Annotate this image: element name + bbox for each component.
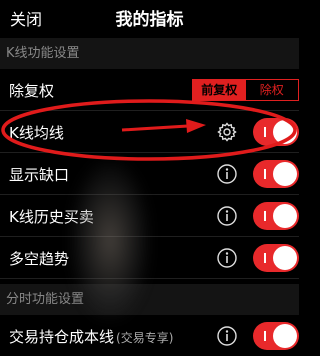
nav-bar: 关闭 我的指标 (0, 0, 299, 34)
segment-forward-adjust[interactable]: 前复权 (193, 80, 246, 100)
my-indicators-screen: 关闭 我的指标 K线功能设置 除复权 前复权 除权 K线均线 显示缺口 K线历史… (0, 0, 299, 356)
row-adjust-label: 除复权 (9, 82, 55, 100)
kline-ma-toggle[interactable] (253, 118, 299, 146)
row-show-gap-label: 显示缺口 (9, 166, 70, 184)
cost-line-toggle[interactable] (253, 322, 299, 350)
info-icon[interactable] (216, 325, 238, 347)
gear-icon[interactable] (216, 121, 238, 143)
show-gap-toggle[interactable] (253, 160, 299, 188)
row-long-short-label: 多空趋势 (9, 250, 70, 268)
blur-smear (70, 160, 150, 320)
info-icon[interactable] (216, 247, 238, 269)
info-icon[interactable] (216, 205, 238, 227)
adjust-segmented-control[interactable]: 前复权 除权 (192, 79, 299, 101)
row-cost-line-label: 交易持仓成本线 (交易专享) (9, 326, 173, 347)
row-adjust: 除复权 前复权 除权 (0, 69, 299, 111)
section-header-kline: K线功能设置 (0, 38, 299, 69)
row-cost-line: 交易持仓成本线 (交易专享) (0, 315, 299, 356)
long-short-toggle[interactable] (253, 244, 299, 272)
row-kline-ma: K线均线 (0, 111, 299, 153)
page-title: 我的指标 (115, 10, 184, 30)
cost-line-main-text: 交易持仓成本线 (9, 328, 115, 346)
row-kline-ma-label: K线均线 (9, 124, 64, 142)
info-icon[interactable] (216, 163, 238, 185)
cost-line-sub-text: (交易专享) (116, 331, 174, 345)
segment-ex-rights[interactable]: 除权 (245, 80, 298, 100)
kline-history-toggle[interactable] (253, 202, 299, 230)
